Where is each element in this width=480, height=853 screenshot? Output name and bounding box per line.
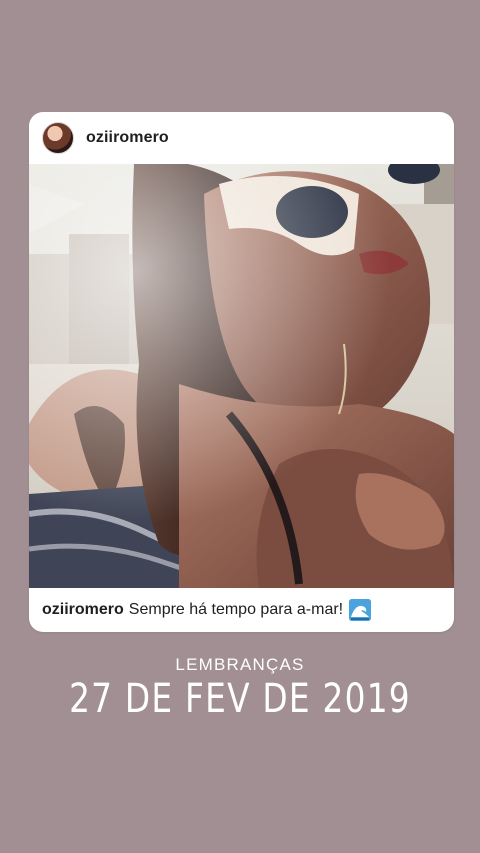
memories-date: 27 DE FEV DE 2019	[69, 676, 411, 722]
post-username[interactable]: oziiromero	[86, 129, 169, 147]
shared-post-card[interactable]: oziiromero oziiromero Sempre há tempo pa…	[29, 112, 454, 632]
water-wave-icon	[349, 599, 372, 621]
post-header: oziiromero	[29, 112, 454, 164]
caption-username[interactable]: oziiromero	[42, 601, 124, 619]
memories-label: LEMBRANÇAS	[175, 655, 305, 674]
beach-selfie-image	[29, 164, 454, 588]
post-photo[interactable]	[29, 164, 454, 588]
profile-avatar[interactable]	[42, 122, 74, 154]
post-caption: oziiromero Sempre há tempo para a-mar!	[29, 588, 454, 632]
caption-text: Sempre há tempo para a-mar!	[128, 601, 344, 618]
